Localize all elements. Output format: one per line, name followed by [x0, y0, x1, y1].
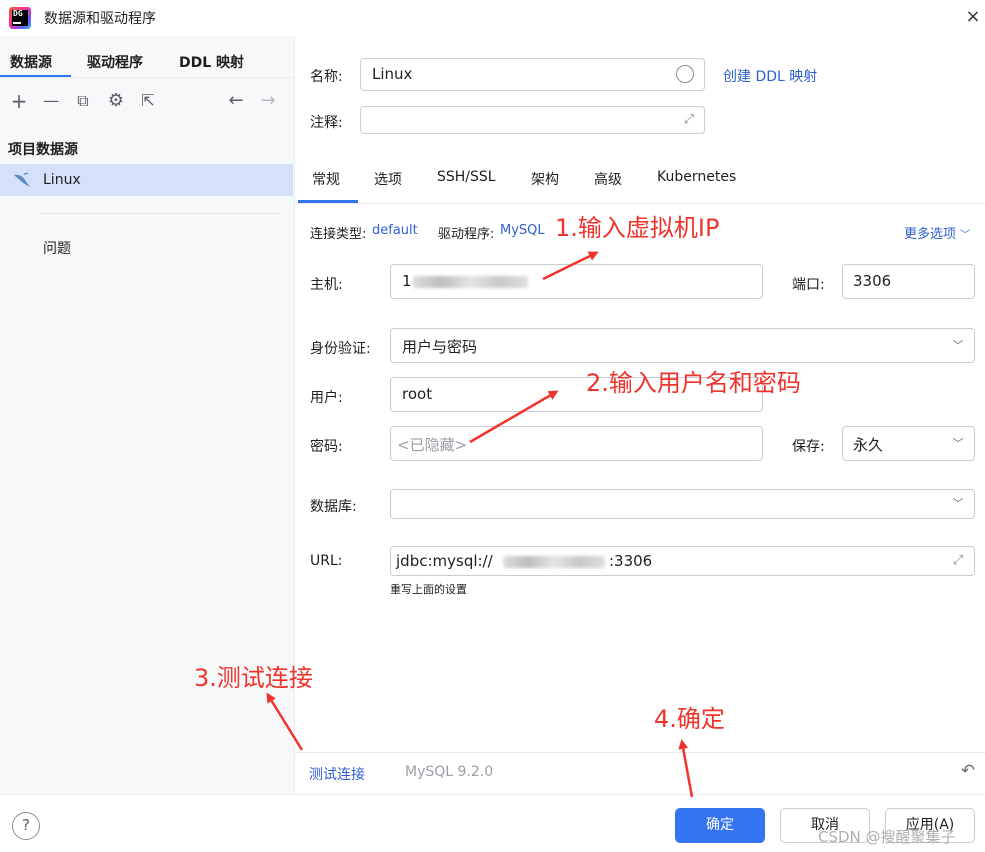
driver-link[interactable]: MySQL [500, 223, 545, 238]
connection-type-link[interactable]: default [372, 223, 418, 238]
save-label: 保存: [792, 439, 825, 455]
tab-general[interactable]: 常规 [312, 169, 340, 189]
name-label: 名称: [310, 69, 343, 85]
tab-advanced[interactable]: 高级 [594, 169, 622, 189]
tab-drivers[interactable]: 驱动程序 [87, 52, 143, 72]
divider [0, 77, 294, 78]
redacted-url-host [503, 556, 605, 568]
annotation-step3: 3.测试连接 [194, 664, 313, 692]
url-prefix: jdbc:mysql:// [396, 552, 493, 570]
url-note: 重写上面的设置 [390, 583, 467, 596]
password-label: 密码: [310, 439, 343, 455]
save-value: 永久 [853, 436, 884, 454]
divider [0, 794, 985, 795]
annotation-step4: 4.确定 [654, 705, 725, 733]
url-suffix: :3306 [609, 552, 653, 570]
tab-schemas[interactable]: 架构 [531, 169, 559, 189]
host-value-prefix: 1 [402, 272, 412, 290]
chevron-down-icon: ﹀ [952, 497, 964, 510]
window-title: 数据源和驱动程序 [44, 11, 156, 27]
color-circle-icon[interactable] [676, 65, 694, 83]
tab-datasources[interactable]: 数据源 [10, 52, 52, 72]
url-input[interactable]: jdbc:mysql:// :3306 ⤢ [390, 546, 975, 576]
port-label: 端口: [792, 277, 825, 293]
port-value: 3306 [853, 272, 892, 290]
port-input[interactable]: 3306 [842, 264, 975, 299]
database-label: 数据库: [310, 499, 357, 515]
help-icon[interactable]: ? [12, 812, 40, 840]
redacted-host-value [413, 276, 528, 288]
remove-icon[interactable]: — [41, 91, 61, 111]
tab-ddl-mapping[interactable]: DDL 映射 [179, 52, 244, 72]
arrow-step4 [678, 739, 694, 798]
export-icon[interactable]: ⇱ [138, 91, 158, 111]
expand-icon[interactable]: ⤢ [950, 553, 966, 569]
test-connection-link[interactable]: 测试连接 [309, 764, 365, 784]
comment-input[interactable] [360, 106, 705, 134]
more-options-link[interactable]: 更多选项 ﹀ [904, 223, 970, 242]
save-select[interactable]: 永久 ﹀ [842, 426, 975, 461]
chevron-down-icon: ﹀ [952, 437, 964, 450]
password-input[interactable]: <已隐藏> [390, 426, 763, 461]
close-icon[interactable]: × [963, 7, 983, 27]
name-value: Linux [372, 65, 413, 83]
host-input[interactable]: 1 [390, 264, 763, 299]
name-input[interactable]: Linux [360, 58, 705, 91]
divider [295, 203, 985, 204]
section-title-project-datasources: 项目数据源 [8, 142, 78, 158]
annotation-step2: 2.输入用户名和密码 [586, 369, 801, 397]
database-select[interactable]: ﹀ [390, 489, 975, 519]
annotation-step1: 1.输入虚拟机IP [555, 214, 720, 242]
tab-options[interactable]: 选项 [374, 169, 402, 189]
user-label: 用户: [310, 390, 343, 406]
forward-arrow-icon[interactable]: → [258, 91, 278, 111]
comment-label: 注释: [310, 115, 343, 131]
auth-select[interactable]: 用户与密码 ﹀ [390, 328, 975, 363]
driver-label: 驱动程序: [438, 227, 495, 242]
divider [295, 752, 985, 753]
user-value: root [402, 385, 433, 403]
auth-label: 身份验证: [310, 341, 371, 357]
problems-item[interactable]: 问题 [43, 238, 71, 258]
create-ddl-mapping-link[interactable]: 创建 DDL 映射 [723, 66, 817, 86]
ok-button[interactable]: 确定 [675, 808, 765, 843]
auth-value: 用户与密码 [402, 338, 478, 356]
password-placeholder: <已隐藏> [397, 436, 468, 454]
driver-version: MySQL 9.2.0 [405, 764, 494, 780]
chevron-down-icon: ﹀ [952, 339, 964, 352]
copy-icon[interactable]: ⧉ [73, 91, 93, 111]
url-label: URL: [310, 553, 343, 569]
datasource-label: Linux [43, 172, 81, 188]
tab-kubernetes[interactable]: Kubernetes [657, 169, 736, 185]
expand-icon[interactable]: ⤢ [681, 112, 697, 128]
settings-gear-icon[interactable]: ⚙ [106, 91, 126, 111]
mysql-dolphin-icon [14, 172, 30, 187]
add-icon[interactable]: + [9, 91, 29, 111]
datagrip-logo-icon: DG [9, 7, 31, 29]
tab-ssh-ssl[interactable]: SSH/SSL [437, 169, 496, 185]
back-arrow-icon[interactable]: ← [226, 91, 246, 111]
host-label: 主机: [310, 277, 343, 293]
divider [40, 213, 280, 214]
chevron-down-icon: ﹀ [960, 230, 971, 241]
connection-type-label: 连接类型: [310, 227, 367, 242]
undo-icon[interactable]: ↶ [958, 761, 978, 781]
watermark: CSDN @搜醒聚集子 [818, 828, 956, 846]
